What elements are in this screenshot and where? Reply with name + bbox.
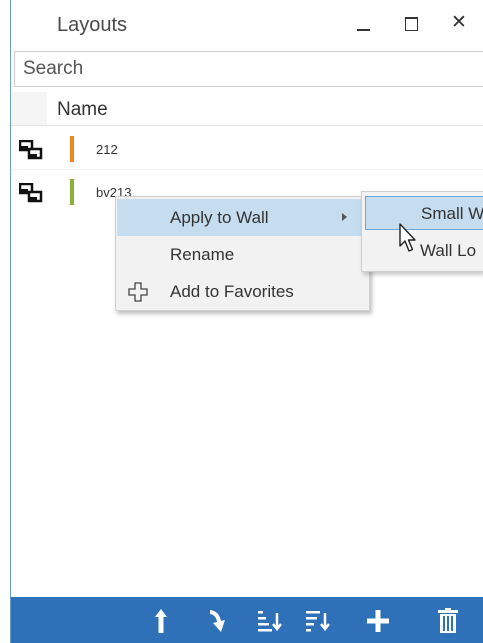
sort-descending-icon — [306, 611, 330, 632]
list-item[interactable]: 212 — [11, 128, 483, 170]
close-button[interactable]: ✕ — [445, 8, 473, 38]
submenu-item[interactable]: Wall Lo — [365, 234, 483, 268]
column-header-name[interactable]: Name — [57, 99, 108, 121]
title-bar: Layouts ✕ — [11, 0, 483, 46]
delete-icon — [438, 608, 458, 633]
move-down-icon — [210, 610, 225, 632]
bottom-toolbar — [11, 597, 483, 643]
move-down-button[interactable] — [201, 605, 235, 637]
layout-icon — [19, 140, 43, 160]
maximize-button[interactable] — [395, 8, 429, 38]
layout-color-bar — [70, 179, 74, 205]
sort-ascending-icon — [258, 611, 282, 632]
sort-ascending-button[interactable] — [253, 605, 287, 637]
add-button[interactable] — [361, 605, 395, 637]
layouts-panel: Layouts ✕ Name 212 bv213 — [10, 0, 483, 643]
list-header: Name — [11, 92, 483, 126]
menu-item-label: Add to Favorites — [170, 282, 294, 301]
move-up-icon — [155, 609, 167, 633]
plus-outline-icon — [128, 282, 148, 302]
menu-item-rename[interactable]: Rename — [117, 236, 369, 273]
submenu-item-label: Wall Lo — [420, 241, 477, 260]
layout-name: 212 — [96, 142, 118, 157]
sort-descending-button[interactable] — [301, 605, 335, 637]
mouse-cursor-icon — [399, 223, 416, 252]
layout-icon — [19, 183, 43, 203]
layout-color-bar — [70, 136, 74, 162]
delete-button[interactable] — [431, 605, 465, 637]
menu-item-label: Apply to Wall — [170, 208, 269, 227]
submenu: Small W Wall Lo — [361, 191, 483, 272]
menu-item-label: Rename — [170, 245, 235, 264]
list-header-icon-column — [11, 92, 47, 125]
search-input[interactable] — [14, 51, 483, 87]
submenu-item[interactable]: Small W — [365, 196, 483, 230]
minimize-button[interactable] — [347, 8, 381, 38]
submenu-arrow-icon — [342, 213, 347, 221]
submenu-item-label: Small W — [421, 204, 483, 223]
menu-item-apply-to-wall[interactable]: Apply to Wall — [117, 199, 369, 236]
menu-item-add-to-favorites[interactable]: Add to Favorites — [117, 273, 369, 310]
window-title: Layouts — [57, 14, 128, 36]
move-up-button[interactable] — [144, 605, 178, 637]
add-icon — [367, 610, 389, 632]
context-menu: Apply to Wall Rename Add to Favorites — [115, 196, 370, 311]
